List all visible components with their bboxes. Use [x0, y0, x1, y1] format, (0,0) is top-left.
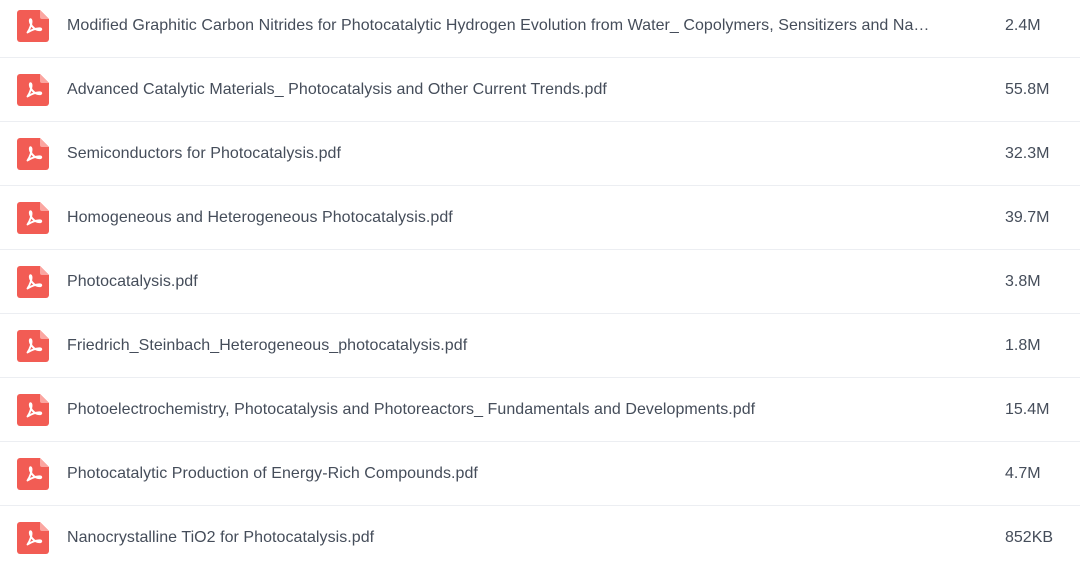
file-name[interactable]: Photoelectrochemistry, Photocatalysis an… [67, 401, 969, 419]
pdf-icon [17, 9, 49, 42]
pdf-icon [17, 137, 49, 170]
file-name[interactable]: Photocatalysis.pdf [67, 273, 969, 291]
pdf-icon [17, 201, 49, 234]
file-name[interactable]: Homogeneous and Heterogeneous Photocatal… [67, 209, 969, 227]
file-name[interactable]: Photocatalytic Production of Energy-Rich… [67, 465, 969, 483]
file-row[interactable]: Photocatalytic Production of Energy-Rich… [0, 442, 1080, 506]
file-size: 852KB [1005, 529, 1054, 546]
file-size: 1.8M [1005, 336, 1041, 354]
pdf-icon [17, 265, 49, 298]
file-row[interactable]: Friedrich_Steinbach_Heterogeneous_photoc… [0, 314, 1080, 378]
file-name[interactable]: Semiconductors for Photocatalysis.pdf [67, 145, 969, 163]
file-row[interactable]: Advanced Catalytic Materials_ Photocatal… [0, 58, 1080, 122]
file-name[interactable]: Friedrich_Steinbach_Heterogeneous_photoc… [67, 337, 969, 355]
file-size: 4.7M [1005, 464, 1041, 482]
file-row[interactable]: Semiconductors for Photocatalysis.pdf 32.… [0, 122, 1080, 186]
file-row[interactable]: Homogeneous and Heterogeneous Photocatal… [0, 186, 1080, 250]
file-size: 39.7M [1005, 208, 1050, 226]
file-list: Modified Graphitic Carbon Nitrides for P… [0, 0, 1080, 556]
file-row[interactable]: Photocatalysis.pdf 3.8M [0, 250, 1080, 314]
file-name[interactable]: Modified Graphitic Carbon Nitrides for P… [67, 17, 969, 35]
pdf-icon [17, 329, 49, 362]
file-size: 32.3M [1005, 144, 1050, 162]
file-name[interactable]: Advanced Catalytic Materials_ Photocatal… [67, 81, 969, 99]
pdf-icon [17, 457, 49, 490]
file-row[interactable]: Modified Graphitic Carbon Nitrides for P… [0, 0, 1080, 58]
file-size: 3.8M [1005, 272, 1041, 290]
file-row[interactable]: Nanocrystalline TiO2 for Photocatalysis.… [0, 506, 1080, 570]
pdf-icon [17, 393, 49, 426]
file-row[interactable]: Photoelectrochemistry, Photocatalysis an… [0, 378, 1080, 442]
file-size: 2.4M [1005, 16, 1041, 34]
file-name[interactable]: Nanocrystalline TiO2 for Photocatalysis.… [67, 529, 969, 547]
pdf-icon [17, 522, 49, 554]
pdf-icon [17, 73, 49, 106]
file-size: 55.8M [1005, 80, 1050, 98]
file-size: 15.4M [1005, 400, 1050, 418]
